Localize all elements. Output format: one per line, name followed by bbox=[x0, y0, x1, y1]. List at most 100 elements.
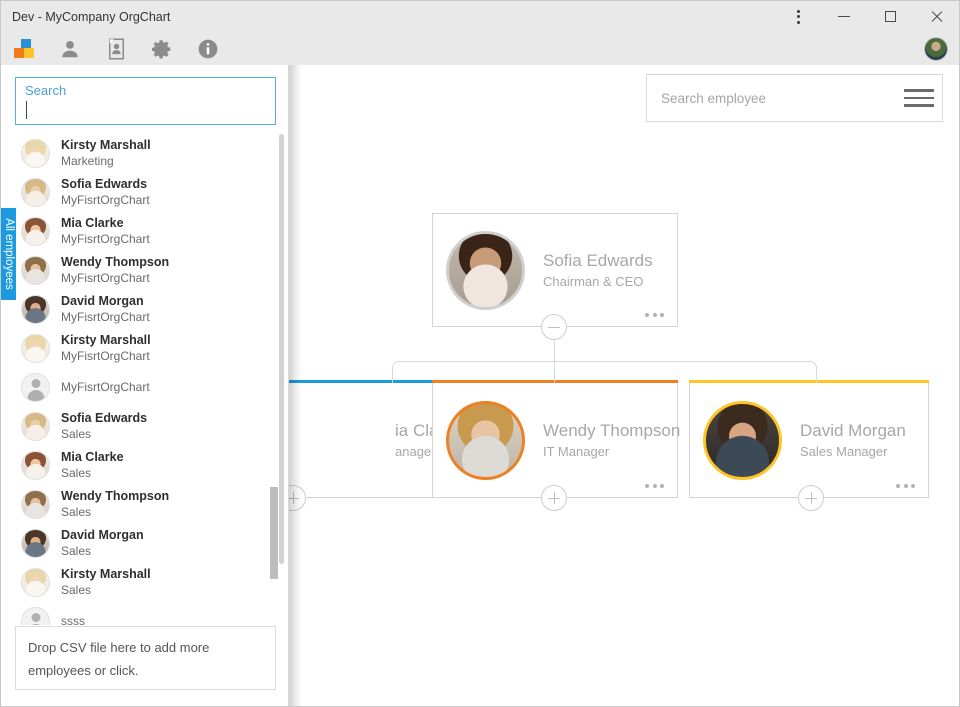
list-item[interactable]: Mia Clarke Sales bbox=[15, 446, 275, 485]
document-icon bbox=[108, 38, 124, 59]
maximize-icon bbox=[884, 11, 896, 22]
body: Sofia Edwards Chairman & CEO ia bbox=[1, 65, 959, 706]
employee-dept: MyFisrtOrgChart bbox=[61, 309, 150, 324]
employee-name: Sofia Edwards bbox=[61, 177, 148, 192]
employee-dept: MyFisrtOrgChart bbox=[61, 231, 150, 246]
avatar bbox=[21, 295, 50, 324]
minimize-button[interactable] bbox=[821, 1, 867, 32]
search-input[interactable] bbox=[25, 100, 269, 120]
employee-name: Mia Clarke bbox=[61, 450, 124, 465]
person-icon bbox=[62, 40, 78, 57]
app-window: Dev - MyCompany OrgChart Search employee… bbox=[0, 0, 960, 707]
list-item[interactable]: MyFisrtOrgChart bbox=[15, 368, 275, 407]
about-button[interactable] bbox=[185, 32, 231, 65]
collapse-toggle-root[interactable] bbox=[541, 314, 567, 340]
list-item[interactable]: David Morgan MyFisrtOrgChart bbox=[15, 290, 275, 329]
gear-icon bbox=[151, 39, 171, 59]
avatar bbox=[21, 568, 50, 597]
app-logo-icon bbox=[13, 38, 35, 59]
employee-dept: Sales bbox=[61, 504, 92, 519]
list-item[interactable]: Wendy Thompson Sales bbox=[15, 485, 275, 524]
sidebar-tab-all-employees[interactable]: All employees bbox=[1, 208, 16, 300]
window-controls bbox=[775, 1, 959, 32]
employee-dept: MyFisrtOrgChart bbox=[61, 348, 150, 363]
info-icon bbox=[198, 39, 218, 58]
avatar bbox=[21, 334, 50, 363]
employee-name: David Morgan bbox=[61, 528, 144, 543]
canvas-scrollbar-thumb[interactable] bbox=[270, 487, 278, 579]
settings-button[interactable] bbox=[139, 32, 185, 65]
employee-dept: MyFisrtOrgChart bbox=[61, 380, 150, 394]
employee-name: Sofia Edwards bbox=[61, 411, 148, 426]
org-chart-canvas[interactable]: Sofia Edwards Chairman & CEO ia bbox=[289, 65, 959, 706]
list-item[interactable]: Sofia Edwards Sales bbox=[15, 407, 275, 446]
employee-list-scrollbar-thumb[interactable] bbox=[279, 134, 284, 564]
connector-middle-drop bbox=[554, 361, 555, 383]
node-more-options-icon[interactable] bbox=[645, 313, 664, 317]
employee-name: Wendy Thompson bbox=[61, 255, 170, 270]
title-bar: Dev - MyCompany OrgChart bbox=[1, 1, 959, 32]
search-box[interactable]: Search bbox=[15, 77, 276, 125]
employee-dept: MyFisrtOrgChart bbox=[61, 192, 150, 207]
employee-dept: Sales bbox=[61, 582, 92, 597]
employee-name: Wendy Thompson bbox=[61, 489, 170, 504]
node-more-options-icon[interactable] bbox=[645, 484, 664, 488]
close-button[interactable] bbox=[913, 1, 959, 32]
avatar bbox=[21, 178, 50, 207]
maximize-button[interactable] bbox=[867, 1, 913, 32]
node-name: David Morgan bbox=[800, 421, 906, 440]
employee-dept: Sales bbox=[61, 465, 92, 480]
employee-name: Kirsty Marshall bbox=[61, 567, 151, 582]
node-photo bbox=[703, 400, 782, 480]
avatar bbox=[21, 139, 50, 168]
account-avatar[interactable] bbox=[924, 37, 948, 61]
employee-dept: Sales bbox=[61, 543, 92, 558]
node-title: Sales Manager bbox=[800, 444, 888, 459]
org-chart: Sofia Edwards Chairman & CEO ia Clarke a… bbox=[289, 65, 959, 706]
node-photo bbox=[446, 400, 525, 480]
avatar bbox=[21, 217, 50, 246]
toolbar bbox=[1, 32, 959, 65]
list-item[interactable]: Mia Clarke MyFisrtOrgChart bbox=[15, 212, 275, 251]
search-label: Search bbox=[25, 83, 67, 98]
org-node-root[interactable]: Sofia Edwards Chairman & CEO bbox=[432, 213, 678, 327]
list-item[interactable]: David Morgan Sales bbox=[15, 524, 275, 563]
avatar bbox=[21, 373, 50, 402]
expand-toggle-child-3[interactable] bbox=[798, 485, 824, 511]
employees-panel: Search All employees Kirsty Marshall Mar… bbox=[1, 65, 289, 706]
list-item[interactable]: Kirsty Marshall Marketing bbox=[15, 134, 275, 173]
employee-name: Mia Clarke bbox=[61, 216, 124, 231]
minimize-icon bbox=[838, 16, 850, 17]
employee-list-scrollbar[interactable] bbox=[279, 134, 284, 625]
app-logo-button[interactable] bbox=[1, 32, 47, 65]
list-item[interactable]: Sofia Edwards MyFisrtOrgChart bbox=[15, 173, 275, 212]
employee-dept: ssss bbox=[61, 614, 85, 625]
kebab-menu-icon bbox=[796, 9, 800, 24]
list-item[interactable]: Kirsty Marshall Sales bbox=[15, 563, 275, 602]
node-photo bbox=[446, 230, 525, 310]
avatar bbox=[21, 412, 50, 441]
sidebar-tab-label: All employees bbox=[2, 218, 15, 290]
connector-branch-bar bbox=[392, 361, 817, 383]
employee-dept: Marketing bbox=[61, 153, 114, 168]
employee-dept: Sales bbox=[61, 426, 92, 441]
window-menu-button[interactable] bbox=[775, 1, 821, 32]
close-icon bbox=[930, 10, 943, 23]
org-node-child-3[interactable]: David Morgan Sales Manager bbox=[689, 380, 929, 498]
org-node-child-2[interactable]: Wendy Thompson IT Manager bbox=[432, 380, 680, 498]
employee-name: David Morgan bbox=[61, 294, 144, 309]
window-title: Dev - MyCompany OrgChart bbox=[12, 9, 171, 24]
list-item[interactable]: Wendy Thompson MyFisrtOrgChart bbox=[15, 251, 275, 290]
employee-list[interactable]: Kirsty Marshall Marketing Sofia Edwards … bbox=[15, 134, 275, 625]
avatar bbox=[21, 607, 50, 625]
list-item[interactable]: ssss bbox=[15, 602, 275, 625]
expand-toggle-child-2[interactable] bbox=[541, 485, 567, 511]
node-name: Sofia Edwards bbox=[543, 251, 653, 270]
employee-name: Kirsty Marshall bbox=[61, 138, 151, 153]
employees-button[interactable] bbox=[47, 32, 93, 65]
report-button[interactable] bbox=[93, 32, 139, 65]
node-more-options-icon[interactable] bbox=[896, 484, 915, 488]
list-item[interactable]: Kirsty Marshall MyFisrtOrgChart bbox=[15, 329, 275, 368]
employee-name: Kirsty Marshall bbox=[61, 333, 151, 348]
csv-dropzone[interactable]: Drop CSV file here to add more employees… bbox=[15, 626, 276, 690]
